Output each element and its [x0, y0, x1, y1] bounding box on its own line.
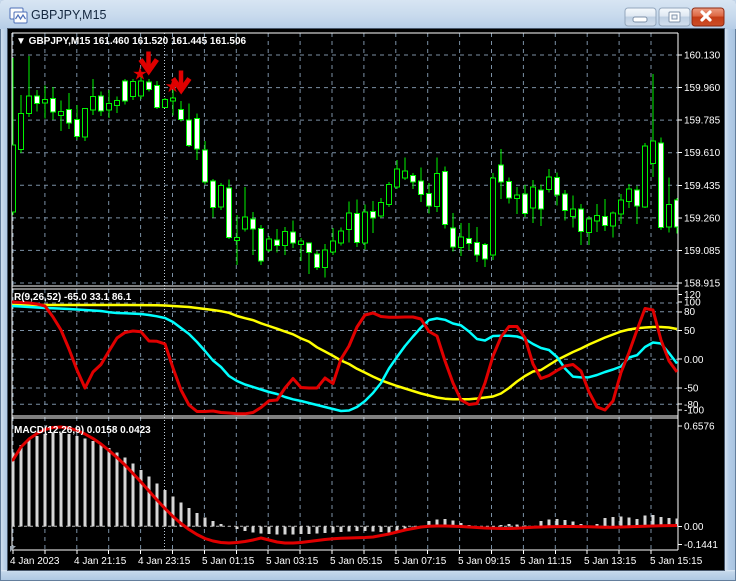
svg-text:MACD(12,26,9) 0.0158 0.0423: MACD(12,26,9) 0.0158 0.0423 — [14, 425, 151, 436]
svg-text:159.785: 159.785 — [684, 116, 721, 127]
svg-text:5 Jan 05:15: 5 Jan 05:15 — [330, 556, 383, 567]
svg-text:5 Jan 07:15: 5 Jan 07:15 — [394, 556, 447, 567]
svg-text:5 Jan 03:15: 5 Jan 03:15 — [266, 556, 319, 567]
svg-text:50: 50 — [684, 326, 696, 337]
svg-text:▼ GBPJPY,M15 161.460 161.520: ▼ GBPJPY,M15 161.460 161.520 161.445 161… — [16, 36, 247, 47]
svg-text:5 Jan 09:15: 5 Jan 09:15 — [458, 556, 511, 567]
svg-text:0.6576: 0.6576 — [684, 421, 715, 432]
svg-text:0.00: 0.00 — [684, 355, 704, 366]
svg-text:159.085: 159.085 — [684, 246, 721, 257]
svg-text:80: 80 — [684, 307, 696, 318]
svg-text:4 Jan 21:15: 4 Jan 21:15 — [74, 556, 127, 567]
svg-text:159.960: 159.960 — [684, 83, 721, 94]
svg-text:159.260: 159.260 — [684, 213, 721, 224]
svg-text:-50: -50 — [684, 384, 699, 395]
svg-text:0.00: 0.00 — [684, 522, 704, 533]
svg-text:160.130: 160.130 — [684, 51, 721, 62]
svg-text:5 Jan 01:15: 5 Jan 01:15 — [202, 556, 255, 567]
svg-text:-0.1441: -0.1441 — [684, 540, 718, 551]
svg-text:4 Jan 23:15: 4 Jan 23:15 — [138, 556, 191, 567]
svg-text:4 Jan 2023: 4 Jan 2023 — [10, 556, 60, 567]
svg-text:158.915: 158.915 — [684, 279, 721, 290]
svg-text:-100: -100 — [684, 405, 704, 416]
svg-text:5 Jan 13:15: 5 Jan 13:15 — [584, 556, 637, 567]
svg-text:159.435: 159.435 — [684, 181, 721, 192]
svg-text:5 Jan 11:15: 5 Jan 11:15 — [520, 556, 572, 567]
svg-text:5 Jan 15:15: 5 Jan 15:15 — [650, 556, 703, 567]
svg-text:R(9,26,52) -65.0 33.1 86.1: R(9,26,52) -65.0 33.1 86.1 — [14, 292, 132, 303]
svg-text:159.610: 159.610 — [684, 148, 721, 159]
